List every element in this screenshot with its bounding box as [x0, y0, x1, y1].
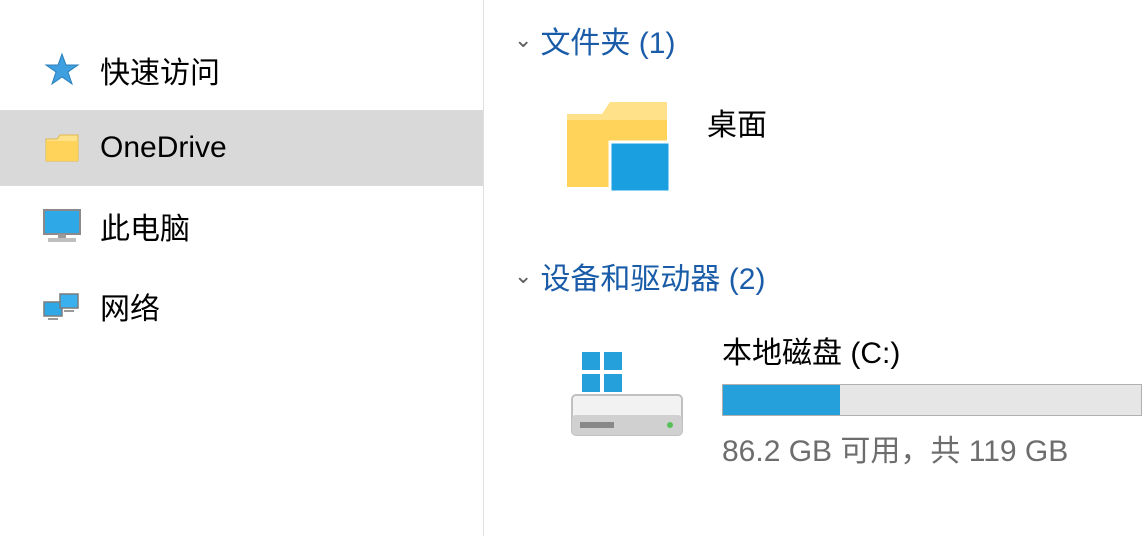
chevron-down-icon: ⌄	[514, 263, 532, 289]
drive-usage-bar	[722, 384, 1142, 416]
sidebar-item-label: OneDrive	[100, 131, 227, 165]
sidebar-item-label: 快速访问	[100, 48, 220, 92]
section-header-folders[interactable]: ⌄ 文件夹 (1)	[514, 18, 1142, 62]
sidebar-item-network[interactable]: 网络	[0, 266, 483, 346]
folder-label: 桌面	[707, 100, 767, 144]
main-content: ⌄ 文件夹 (1) 桌面 ⌄ 设备和驱动器 (2)	[484, 0, 1142, 536]
folder-icon	[42, 128, 82, 168]
sidebar-nav: 快速访问 OneDrive 此电脑	[0, 0, 484, 536]
sidebar-item-label: 此电脑	[100, 204, 190, 248]
network-icon	[42, 286, 82, 326]
drive-size-text: 86.2 GB 可用，共 119 GB	[722, 426, 1142, 470]
drive-name: 本地磁盘 (C:)	[722, 328, 1142, 372]
drive-item-local-c[interactable]: 本地磁盘 (C:) 86.2 GB 可用，共 119 GB	[514, 316, 1142, 470]
drive-icon	[562, 340, 692, 450]
folder-item-desktop[interactable]: 桌面	[514, 80, 767, 214]
drive-info: 本地磁盘 (C:) 86.2 GB 可用，共 119 GB	[722, 328, 1142, 470]
chevron-down-icon: ⌄	[514, 27, 532, 53]
sidebar-item-label: 网络	[100, 284, 160, 328]
drive-usage-fill	[723, 385, 840, 415]
desktop-folder-icon	[562, 92, 677, 202]
section-title: 文件夹 (1)	[540, 18, 675, 62]
star-icon	[42, 50, 82, 90]
section-title: 设备和驱动器 (2)	[540, 254, 765, 298]
sidebar-item-onedrive[interactable]: OneDrive	[0, 110, 483, 186]
sidebar-item-quick-access[interactable]: 快速访问	[0, 30, 483, 110]
sidebar-item-this-pc[interactable]: 此电脑	[0, 186, 483, 266]
section-header-devices[interactable]: ⌄ 设备和驱动器 (2)	[514, 254, 1142, 298]
monitor-icon	[42, 206, 82, 246]
